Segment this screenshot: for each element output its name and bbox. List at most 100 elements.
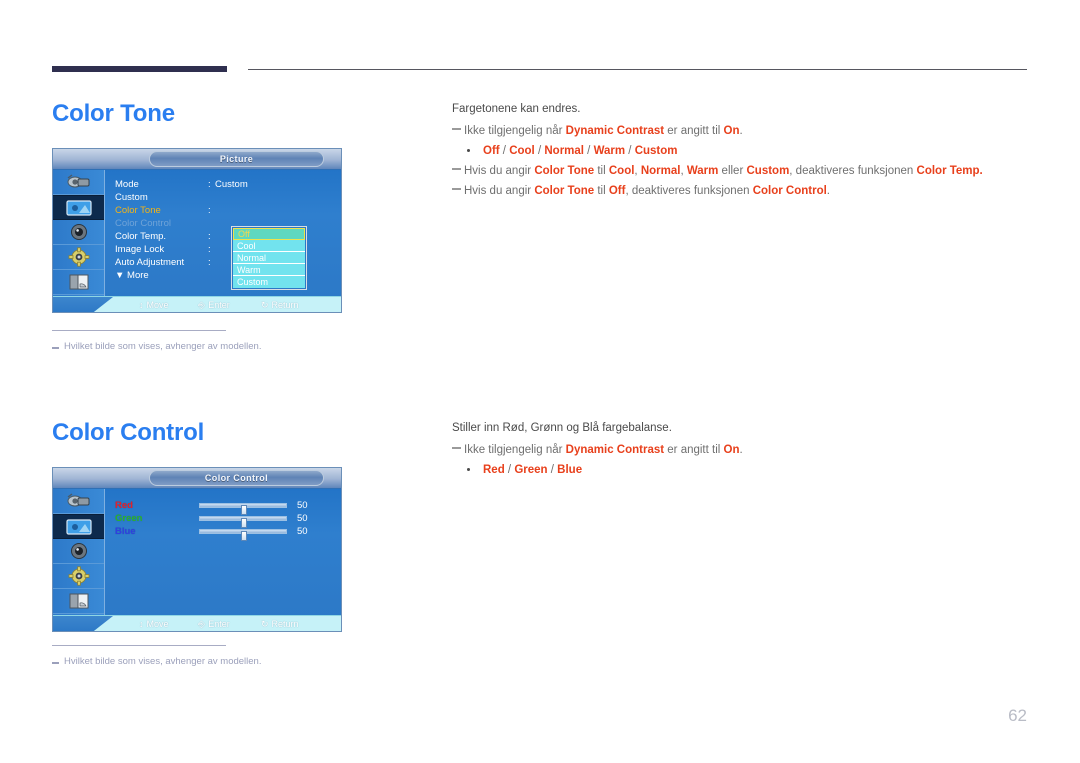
note-dash-icon bbox=[452, 128, 461, 130]
osd-menu-row-custom[interactable]: Custom bbox=[115, 191, 341, 204]
dropdown-item-cool[interactable]: Cool bbox=[233, 240, 305, 252]
section-heading-color-tone: Color Tone bbox=[52, 100, 175, 127]
row-label: Image Lock bbox=[115, 244, 165, 255]
osd-icon-sidebar bbox=[53, 489, 105, 615]
manual-page: Color Tone Fargetonene kan endres. Ikke … bbox=[0, 0, 1080, 763]
slider-label: Blue bbox=[115, 526, 136, 537]
row-label: Custom bbox=[115, 192, 148, 203]
page-header-rule bbox=[52, 66, 1027, 72]
osd-footer-bar: ↕ Move ⎆ Enter ↻ Return bbox=[53, 296, 341, 312]
row-label: ▼ More bbox=[115, 270, 149, 281]
osd-menu-row-more[interactable]: ▼ More bbox=[115, 269, 341, 282]
osd-footer-enter[interactable]: ⎆ Enter bbox=[198, 616, 230, 631]
note-dash-icon bbox=[452, 168, 461, 170]
note-dash-icon bbox=[452, 188, 461, 190]
header-rule-thick bbox=[52, 66, 227, 72]
osd-slider-blue[interactable]: Blue 50 bbox=[115, 525, 341, 541]
updown-arrow-icon: ↕ bbox=[139, 619, 144, 629]
slider-value: 50 bbox=[297, 500, 308, 511]
note-dynamic-contrast: Ikke tilgjengelig når Dynamic Contrast e… bbox=[452, 121, 1032, 141]
intro-text: Fargetonene kan endres. bbox=[452, 103, 581, 115]
return-circle-icon: ↻ bbox=[261, 300, 269, 310]
header-rule-thin bbox=[248, 69, 1027, 70]
slider-track[interactable] bbox=[199, 516, 287, 528]
osd-icon-input-source[interactable] bbox=[53, 489, 104, 514]
osd-footer-return[interactable]: ↻ Return bbox=[261, 297, 299, 312]
osd-dropdown-color-tone[interactable]: Off Cool Normal Warm Custom bbox=[231, 226, 307, 290]
slider-label: Green bbox=[115, 513, 143, 524]
dropdown-item-normal[interactable]: Normal bbox=[233, 252, 305, 264]
section-heading-color-control: Color Control bbox=[52, 419, 205, 446]
footnote-text: Hvilket bilde som vises, avhenger av mod… bbox=[52, 656, 352, 667]
row-colon: : bbox=[208, 205, 211, 216]
row-value: Custom bbox=[215, 179, 248, 190]
osd-icon-multi-control[interactable] bbox=[53, 589, 104, 614]
osd-slider-green[interactable]: Green 50 bbox=[115, 512, 341, 528]
osd-menu-row-mode[interactable]: Mode : Custom bbox=[115, 178, 341, 191]
slider-track[interactable] bbox=[199, 503, 287, 515]
bullet-options-color-tone: Off / Cool / Normal / Warm / Custom bbox=[452, 141, 1032, 161]
intro-text: Stiller inn Rød, Grønn og Blå fargebalan… bbox=[452, 422, 672, 434]
bullet-dot-icon bbox=[467, 149, 470, 152]
osd-screenshot-picture: Picture Mode: Custom Custom Color Tone … bbox=[52, 148, 342, 313]
row-label: Color Control bbox=[115, 218, 171, 229]
dropdown-item-warm[interactable]: Warm bbox=[233, 264, 305, 276]
footnote-text: Hvilket bilde som vises, avhenger av mod… bbox=[52, 341, 352, 352]
dropdown-item-off[interactable]: Off bbox=[233, 228, 305, 240]
osd-title: Picture bbox=[149, 151, 324, 167]
osd-icon-input-source[interactable] bbox=[53, 170, 104, 195]
footnote-block-1: Hvilket bilde som vises, avhenger av mod… bbox=[52, 330, 352, 352]
osd-icon-setup-gear[interactable] bbox=[53, 564, 104, 589]
row-colon: : bbox=[208, 231, 211, 242]
osd-title: Color Control bbox=[149, 470, 324, 486]
osd-icon-picture[interactable] bbox=[53, 514, 104, 539]
osd-slider-red[interactable]: Red 50 bbox=[115, 499, 341, 515]
dropdown-item-custom[interactable]: Custom bbox=[233, 276, 305, 288]
row-colon: : bbox=[208, 179, 211, 190]
osd-icon-picture[interactable] bbox=[53, 195, 104, 220]
osd-icon-setup-gear[interactable] bbox=[53, 245, 104, 270]
osd-menu-row-image-lock[interactable]: Image Lock : bbox=[115, 243, 341, 256]
section-text-color-tone: Fargetonene kan endres. Ikke tilgjengeli… bbox=[452, 99, 1032, 201]
section-text-color-control: Stiller inn Rød, Grønn og Blå fargebalan… bbox=[452, 418, 1032, 480]
osd-footer-enter[interactable]: ⎆ Enter bbox=[198, 297, 230, 312]
osd-menu-row-auto-adjustment[interactable]: Auto Adjustment : bbox=[115, 256, 341, 269]
osd-slider-list: Red 50 Green 50 Blue 50 bbox=[115, 499, 341, 541]
row-label: Color Temp. bbox=[115, 231, 167, 242]
osd-menu-row-color-tone[interactable]: Color Tone : bbox=[115, 204, 341, 217]
osd-footer-move[interactable]: ↕ Move bbox=[139, 616, 169, 631]
note-dash-icon bbox=[452, 447, 461, 449]
osd-body: Red 50 Green 50 Blue 50 bbox=[53, 489, 341, 615]
slider-track[interactable] bbox=[199, 529, 287, 541]
return-circle-icon: ↻ bbox=[261, 619, 269, 629]
osd-footer-bar: ↕ Move ⎆ Enter ↻ Return bbox=[53, 615, 341, 631]
osd-footer-return[interactable]: ↻ Return bbox=[261, 616, 299, 631]
osd-screenshot-color-control: Color Control Red 50 Green 50 Blue 50 ↕ … bbox=[52, 467, 342, 632]
note-color-temp-disabled: Hvis du angir Color Tone til Cool, Norma… bbox=[452, 161, 1032, 181]
osd-footer-move[interactable]: ↕ Move bbox=[139, 297, 169, 312]
slider-value: 50 bbox=[297, 513, 308, 524]
slider-value: 50 bbox=[297, 526, 308, 537]
footnote-rule bbox=[52, 330, 226, 331]
osd-icon-sound[interactable] bbox=[53, 220, 104, 245]
slider-knob[interactable] bbox=[241, 531, 247, 541]
note-color-control-disabled: Hvis du angir Color Tone til Off, deakti… bbox=[452, 181, 1032, 201]
footnote-block-2: Hvilket bilde som vises, avhenger av mod… bbox=[52, 645, 352, 667]
row-label: Auto Adjustment bbox=[115, 257, 185, 268]
bullet-dot-icon bbox=[467, 468, 470, 471]
osd-body: Mode : Custom Custom Color Tone : Color … bbox=[53, 170, 341, 296]
osd-icon-sound[interactable] bbox=[53, 539, 104, 564]
row-colon: : bbox=[208, 244, 211, 255]
osd-icon-sidebar bbox=[53, 170, 105, 296]
osd-menu-row-color-temp[interactable]: Color Temp. : bbox=[115, 230, 341, 243]
bullet-options-color-control: Red / Green / Blue bbox=[452, 460, 1032, 480]
osd-menu-row-color-control: Color Control bbox=[115, 217, 341, 230]
osd-header-bar: Color Control bbox=[53, 468, 341, 489]
enter-key-icon: ⎆ bbox=[198, 619, 206, 629]
osd-icon-multi-control[interactable] bbox=[53, 270, 104, 295]
footer-wedge bbox=[53, 297, 113, 312]
footnote-rule bbox=[52, 645, 226, 646]
footer-wedge bbox=[53, 616, 113, 631]
osd-menu-list: Mode : Custom Custom Color Tone : Color … bbox=[115, 178, 341, 282]
updown-arrow-icon: ↕ bbox=[139, 300, 144, 310]
